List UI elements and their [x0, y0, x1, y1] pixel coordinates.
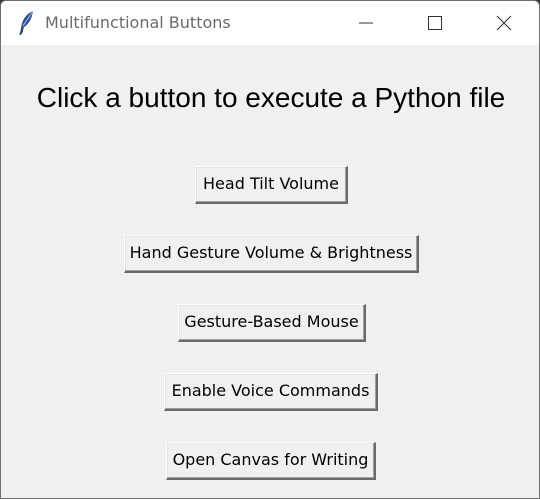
app-window: Multifunctional Buttons Click a button t…	[0, 0, 540, 499]
hand-gesture-volume-brightness-button[interactable]: Hand Gesture Volume & Brightness	[124, 235, 419, 273]
page-heading: Click a button to execute a Python file	[36, 82, 506, 113]
close-icon	[496, 15, 512, 31]
minimize-button[interactable]	[331, 1, 401, 45]
title-bar[interactable]: Multifunctional Buttons	[1, 1, 539, 45]
head-tilt-volume-button[interactable]: Head Tilt Volume	[195, 166, 348, 204]
minimize-icon	[359, 22, 373, 24]
maximize-button[interactable]	[400, 1, 470, 45]
main-content: Click a button to execute a Python file …	[1, 45, 539, 498]
maximize-icon	[428, 16, 442, 30]
feather-icon	[16, 10, 38, 36]
gesture-based-mouse-button[interactable]: Gesture-Based Mouse	[178, 304, 366, 342]
enable-voice-commands-button[interactable]: Enable Voice Commands	[164, 373, 378, 411]
window-title: Multifunctional Buttons	[45, 13, 231, 32]
close-button[interactable]	[469, 1, 539, 45]
open-canvas-for-writing-button[interactable]: Open Canvas for Writing	[166, 442, 376, 480]
